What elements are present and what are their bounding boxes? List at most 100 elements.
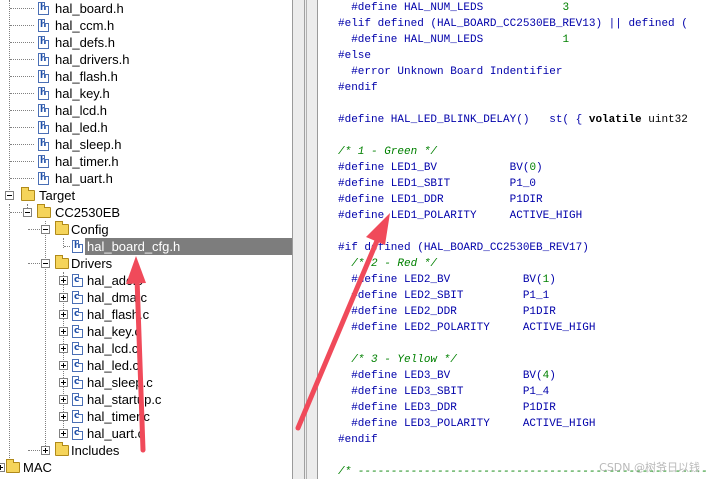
tree-item-drivers[interactable]: Drivers <box>0 255 292 272</box>
tree-item-label: hal_timer.c <box>87 409 150 424</box>
collapse-toggle-icon[interactable] <box>41 225 50 234</box>
tree-item-file[interactable]: hal_board.h <box>0 0 292 17</box>
pane-splitter[interactable] <box>292 0 318 479</box>
expand-toggle-icon[interactable] <box>59 378 68 387</box>
tree-item-label: hal_lcd.h <box>55 103 108 118</box>
header-file-icon <box>38 104 49 117</box>
tree-item-file[interactable]: hal_timer.h <box>0 153 292 170</box>
tree-item-file[interactable]: hal_timer.c <box>0 408 292 425</box>
tree-item-file[interactable]: hal_ccm.h <box>0 17 292 34</box>
expand-toggle-icon[interactable] <box>0 463 5 472</box>
tree-item-file[interactable]: hal_adc.c <box>0 272 292 289</box>
folder-icon <box>6 459 20 473</box>
tree-item-label: hal_defs.h <box>55 35 115 50</box>
tree-item-label: hal_led.c <box>87 358 140 373</box>
expand-toggle-icon[interactable] <box>59 344 68 353</box>
code-line: #else <box>338 50 372 62</box>
tree-item-file[interactable]: hal_startup.c <box>0 391 292 408</box>
tree-item-selected-file[interactable]: hal_board_cfg.h <box>0 238 292 255</box>
code-editor[interactable]: #define HAL_NUM_LEDS 3 #elif defined (HA… <box>318 0 706 479</box>
tree-item-file[interactable]: hal_defs.h <box>0 34 292 51</box>
header-file-icon <box>38 87 49 100</box>
tree-item-file[interactable]: hal_lcd.c <box>0 340 292 357</box>
tree-item-label: hal_board.h <box>55 1 124 16</box>
code-line: #define LED2_SBIT P1_1 <box>338 290 550 302</box>
code-line: #define LED2_DDR P1DIR <box>338 306 556 318</box>
tree-item-file[interactable]: hal_flash.c <box>0 306 292 323</box>
expand-toggle-icon[interactable] <box>59 327 68 336</box>
header-file-icon <box>38 172 49 185</box>
expand-toggle-icon[interactable] <box>59 293 68 302</box>
tree-item-label: hal_startup.c <box>87 392 162 407</box>
header-file-icon <box>38 121 49 134</box>
tree-item-label: hal_uart.c <box>87 426 145 441</box>
source-file-icon <box>72 376 83 389</box>
tree-item-file[interactable]: hal_led.c <box>0 357 292 374</box>
tree-item-file[interactable]: hal_led.h <box>0 119 292 136</box>
tree-item-file[interactable]: hal_uart.h <box>0 170 292 187</box>
expand-toggle-icon[interactable] <box>59 412 68 421</box>
tree-item-mac[interactable]: MAC <box>0 459 292 476</box>
tree-item-target[interactable]: Target <box>0 187 292 204</box>
expand-toggle-icon[interactable] <box>59 276 68 285</box>
tree-item-label: hal_lcd.c <box>87 341 139 356</box>
tree-item-file[interactable]: hal_sleep.c <box>0 374 292 391</box>
code-line: #define LED2_POLARITY ACTIVE_HIGH <box>338 322 596 334</box>
code-line: #define LED3_POLARITY ACTIVE_HIGH <box>338 418 596 430</box>
tree-item-label: Target <box>39 188 76 203</box>
source-file-icon <box>72 410 83 423</box>
header-file-icon <box>38 155 49 168</box>
tree-item-label: hal_dma.c <box>87 290 147 305</box>
code-line: #define LED3_DDR P1DIR <box>338 402 556 414</box>
tree-item-label: hal_key.c <box>87 324 141 339</box>
expand-toggle-icon[interactable] <box>59 429 68 438</box>
tree-item-label: hal_drivers.h <box>55 52 130 67</box>
tree-item-file[interactable]: hal_lcd.h <box>0 102 292 119</box>
source-file-icon <box>72 291 83 304</box>
tree-item-file[interactable]: hal_uart.c <box>0 425 292 442</box>
tree-item-label: Drivers <box>71 256 113 271</box>
expand-toggle-icon[interactable] <box>59 361 68 370</box>
folder-open-icon <box>37 204 51 218</box>
code-line: #if defined (HAL_BOARD_CC2530EB_REV17) <box>338 242 589 254</box>
tree-item-label: hal_uart.h <box>55 171 113 186</box>
source-file-icon <box>72 308 83 321</box>
expand-toggle-icon[interactable] <box>59 395 68 404</box>
tree-item-label: hal_board_cfg.h <box>85 238 292 255</box>
tree-item-label: MAC <box>23 460 52 475</box>
code-line: #define HAL_NUM_LEDS 1 <box>338 34 570 46</box>
code-line: #endif <box>338 82 378 94</box>
tree-item-file[interactable]: hal_flash.h <box>0 68 292 85</box>
tree-item-label: hal_ccm.h <box>55 18 115 33</box>
header-file-icon <box>38 70 49 83</box>
header-file-icon <box>38 19 49 32</box>
header-file-icon <box>38 2 49 15</box>
header-file-icon <box>38 53 49 66</box>
header-file-icon <box>38 138 49 151</box>
folder-open-icon <box>55 255 69 269</box>
code-line: #define LED2_BV BV(1) <box>338 274 556 286</box>
source-file-icon <box>72 342 83 355</box>
source-file-icon <box>72 325 83 338</box>
header-file-icon <box>72 240 83 253</box>
tree-item-file[interactable]: hal_key.c <box>0 323 292 340</box>
collapse-toggle-icon[interactable] <box>5 191 14 200</box>
tree-item-file[interactable]: hal_drivers.h <box>0 51 292 68</box>
code-line: #define LED1_SBIT P1_0 <box>338 178 537 190</box>
source-file-icon <box>72 427 83 440</box>
collapse-toggle-icon[interactable] <box>23 208 32 217</box>
folder-icon <box>55 442 69 456</box>
code-line: #define LED3_SBIT P1_4 <box>338 386 550 398</box>
tree-item-board[interactable]: CC2530EB <box>0 204 292 221</box>
tree-item-includes[interactable]: Includes <box>0 442 292 459</box>
source-file-icon <box>72 393 83 406</box>
code-line: #define LED3_BV BV(4) <box>338 370 556 382</box>
tree-item-label: hal_flash.c <box>87 307 150 322</box>
tree-item-config[interactable]: Config <box>0 221 292 238</box>
tree-item-file[interactable]: hal_key.h <box>0 85 292 102</box>
tree-item-file[interactable]: hal_sleep.h <box>0 136 292 153</box>
tree-item-file[interactable]: hal_dma.c <box>0 289 292 306</box>
expand-toggle-icon[interactable] <box>59 310 68 319</box>
expand-toggle-icon[interactable] <box>41 446 50 455</box>
collapse-toggle-icon[interactable] <box>41 259 50 268</box>
